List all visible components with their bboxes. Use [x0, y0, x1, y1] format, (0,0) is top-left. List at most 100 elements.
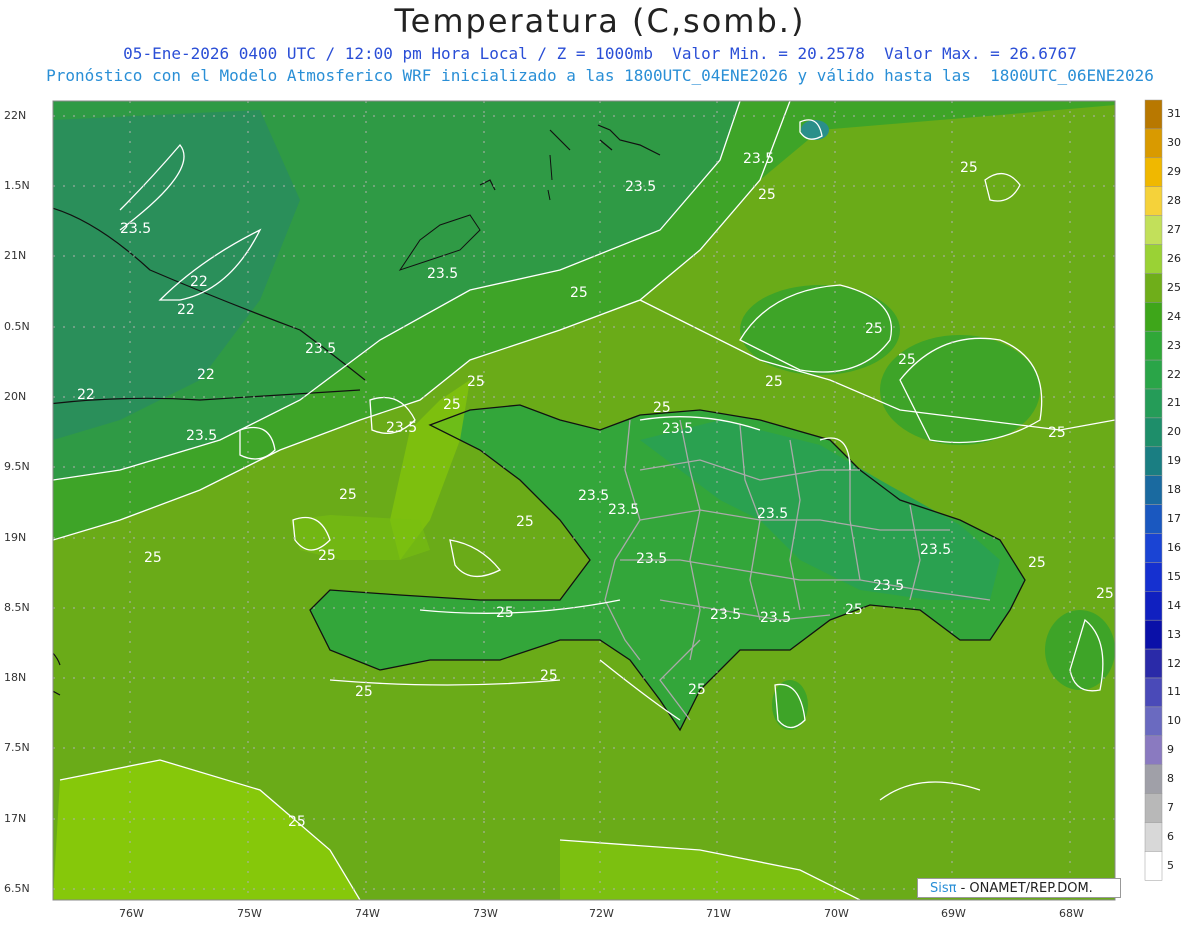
contour-label: 23.5	[625, 179, 656, 195]
contour-label: 25	[845, 602, 863, 618]
colorbar-label: 20	[1167, 425, 1181, 439]
credit-box: Sisπ - ONAMET/REP.DOM.	[917, 878, 1121, 898]
colorbar-label: 13	[1167, 627, 1181, 641]
colorbar-label: 26	[1167, 251, 1181, 265]
colorbar-swatch	[1144, 735, 1163, 765]
contour-label: 25	[496, 605, 514, 621]
colorbar-swatch	[1144, 446, 1163, 476]
colorbar-label: 14	[1167, 598, 1181, 612]
colorbar-swatch	[1144, 302, 1163, 332]
colorbar-swatch	[1144, 215, 1163, 245]
colorbar-label: 29	[1167, 165, 1181, 179]
contour-label: 25	[443, 397, 461, 413]
contour-label: 25	[758, 187, 776, 203]
colorbar-swatch	[1144, 186, 1163, 216]
contour-label: 23.5	[760, 610, 791, 626]
colorbar-label: 15	[1167, 569, 1181, 583]
contour-label: 25	[1028, 555, 1046, 571]
contour-label: 23.5	[873, 578, 904, 594]
contour-label: 25	[144, 550, 162, 566]
colorbar-swatch	[1144, 591, 1163, 621]
contour-label: 23.5	[305, 341, 336, 357]
lat-label: 6.5N	[4, 882, 30, 895]
colorbar-label: 11	[1167, 685, 1181, 699]
lat-label: 21N	[4, 249, 27, 262]
colorbar-swatch	[1144, 244, 1163, 274]
colorbar-label: 16	[1167, 540, 1181, 554]
colorbar-label: 23	[1167, 338, 1181, 352]
contour-label: 23.5	[186, 428, 217, 444]
colorbar-label: 12	[1167, 656, 1181, 670]
contour-label: 23.5	[920, 542, 951, 558]
lon-label: 71W	[706, 907, 731, 920]
contour-label: 25	[1048, 425, 1066, 441]
contour-label: 25	[467, 374, 485, 390]
colorbar-label: 24	[1167, 309, 1181, 323]
colorbar-swatch	[1144, 128, 1163, 159]
lat-label: 9.5N	[4, 460, 30, 473]
contour-label: 25	[960, 160, 978, 176]
contour-label: 25	[540, 668, 558, 684]
colorbar-label: 19	[1167, 454, 1181, 468]
temperature-map: 23.5 23.5 23.5 23.5 23.5 23.5 23.5 23.5 …	[52, 99, 1163, 901]
colorbar-swatch	[1144, 359, 1163, 390]
lat-label: 1.5N	[4, 179, 30, 192]
contour-label: 23.5	[386, 420, 417, 436]
lon-label: 73W	[473, 907, 498, 920]
contour-label: 25	[898, 352, 916, 368]
lon-label: 74W	[355, 907, 380, 920]
colorbar-label: 17	[1167, 512, 1181, 526]
colorbar-swatch	[1144, 99, 1163, 130]
colorbar-swatch	[1144, 562, 1163, 592]
colorbar-swatch	[1144, 273, 1163, 303]
lon-label: 72W	[589, 907, 614, 920]
colorbar-label: 22	[1167, 367, 1181, 381]
contour-label: 23.5	[710, 607, 741, 623]
lat-label: 19N	[4, 531, 27, 544]
colorbar-swatch	[1144, 533, 1163, 563]
colorbar-label: 6	[1167, 829, 1174, 843]
contour-label: 23.5	[608, 502, 639, 518]
contour-label: 25	[570, 285, 588, 301]
credit-brand: Sisπ	[930, 881, 957, 896]
contour-label: 25	[1096, 586, 1114, 602]
colorbar-label: 7	[1167, 801, 1174, 815]
contour-label: 23.5	[636, 551, 667, 567]
contour-label: 25	[653, 400, 671, 416]
contour-label: 25	[516, 514, 534, 530]
contour-label: 23.5	[120, 221, 151, 237]
lat-label: 0.5N	[4, 320, 30, 333]
contour-label: 23.5	[743, 151, 774, 167]
colorbar-swatch	[1144, 417, 1163, 448]
colorbar-label: 31	[1167, 107, 1181, 121]
lon-label: 68W	[1059, 907, 1084, 920]
colorbar-label: 8	[1167, 772, 1174, 786]
contour-label: 22	[177, 302, 195, 318]
lat-label: 8.5N	[4, 601, 30, 614]
lon-label: 70W	[824, 907, 849, 920]
colorbar-label: 21	[1167, 396, 1181, 410]
colorbar-swatch	[1144, 157, 1163, 187]
colorbar-label: 5	[1167, 858, 1174, 872]
contour-label: 23.5	[662, 421, 693, 437]
credit-text: - ONAMET/REP.DOM.	[956, 881, 1093, 896]
lat-label: 17N	[4, 812, 27, 825]
colorbar-swatch	[1144, 648, 1163, 679]
colorbar-label: 28	[1167, 194, 1181, 208]
contour-label: 25	[355, 684, 373, 700]
colorbar-swatch	[1144, 764, 1163, 794]
contour-label: 23.5	[757, 506, 788, 522]
colorbar-label: 10	[1167, 714, 1181, 728]
colorbar-swatch	[1144, 851, 1163, 881]
colorbar-swatch	[1144, 330, 1163, 361]
contour-label: 22	[197, 367, 215, 383]
contour-label: 23.5	[578, 488, 609, 504]
contour-label: 25	[288, 814, 306, 830]
colorbar-swatch	[1144, 388, 1163, 419]
colorbar-label: 25	[1167, 280, 1181, 294]
colorbar-label: 27	[1167, 223, 1181, 237]
lat-label: 22N	[4, 109, 27, 122]
contour-label: 25	[865, 321, 883, 337]
lat-label: 7.5N	[4, 741, 30, 754]
colorbar-swatch	[1144, 475, 1163, 505]
